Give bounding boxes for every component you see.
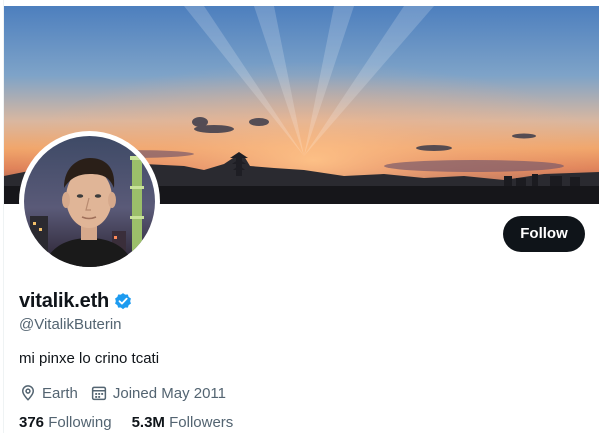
following-label: Following bbox=[48, 414, 112, 431]
avatar[interactable] bbox=[24, 136, 155, 267]
followers-count: 5.3M bbox=[131, 414, 165, 431]
calendar-icon bbox=[91, 386, 106, 401]
followers-label: Followers bbox=[169, 414, 234, 431]
name-row: vitalik.eth bbox=[19, 287, 133, 315]
bio: mi pinxe lo crino tcati bbox=[19, 350, 160, 367]
location-item: Earth bbox=[19, 384, 78, 402]
following-count: 376 bbox=[19, 414, 45, 431]
profile-meta: Earth Joined May 2011 bbox=[19, 382, 238, 404]
following-link[interactable]: 376 Following bbox=[19, 414, 112, 433]
location-text: Earth bbox=[42, 384, 78, 402]
follow-stats: 376 Following 5.3M Followers bbox=[19, 414, 253, 433]
location-pin-icon bbox=[21, 385, 35, 401]
joined-text: Joined May 2011 bbox=[112, 384, 226, 402]
handle: @VitalikButerin bbox=[19, 316, 122, 333]
followers-link[interactable]: 5.3M Followers bbox=[132, 414, 234, 433]
verified-badge-icon[interactable] bbox=[113, 291, 133, 311]
follow-button[interactable]: Follow bbox=[503, 216, 585, 252]
profile-page: Follow vitalik.eth @VitalikButerin mi pi… bbox=[0, 0, 603, 433]
display-name: vitalik.eth bbox=[19, 289, 110, 312]
joined-item: Joined May 2011 bbox=[90, 384, 226, 402]
